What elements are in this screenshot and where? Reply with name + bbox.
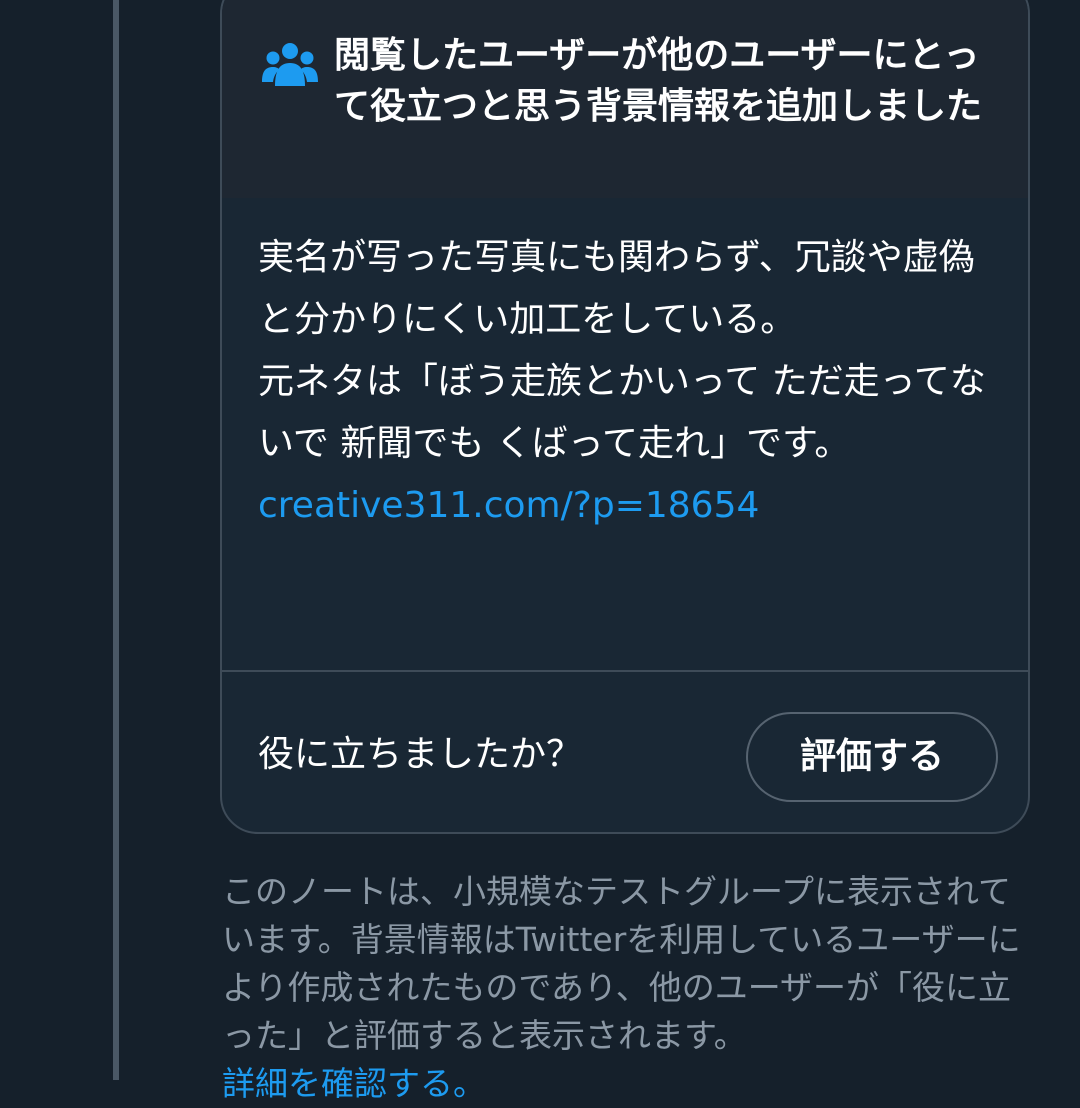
note-heading: 閲覧したユーザーが他のユーザーにとって役立つと思う背景情報を追加しました bbox=[334, 35, 983, 127]
community-note-card: 閲覧したユーザーが他のユーザーにとって役立つと思う背景情報を追加しました 実名が… bbox=[220, 0, 1030, 834]
thread-connector-line bbox=[113, 0, 119, 1080]
people-icon bbox=[262, 43, 318, 86]
note-header: 閲覧したユーザーが他のユーザーにとって役立つと思う背景情報を追加しました bbox=[222, 0, 1028, 198]
note-body-text: 実名が写った写真にも関わらず、冗談や虚偽と分かりにくい加工をしている。 元ネタは… bbox=[258, 237, 986, 464]
card-divider bbox=[222, 670, 1028, 672]
helpful-question: 役に立ちましたか？ bbox=[258, 734, 583, 775]
disclaimer-text: このノートは、小規模なテストグループに表示されています。背景情報はTwitter… bbox=[222, 872, 1021, 1055]
note-body: 実名が写った写真にも関わらず、冗談や虚偽と分かりにくい加工をしている。 元ネタは… bbox=[258, 227, 998, 537]
note-source-link[interactable]: creative311.com/?p=18654 bbox=[258, 475, 998, 537]
note-disclaimer: このノートは、小規模なテストグループに表示されています。背景情報はTwitter… bbox=[222, 868, 1022, 1108]
rate-button[interactable]: 評価する bbox=[746, 712, 998, 802]
details-link[interactable]: 詳細を確認する。 bbox=[222, 1064, 486, 1103]
